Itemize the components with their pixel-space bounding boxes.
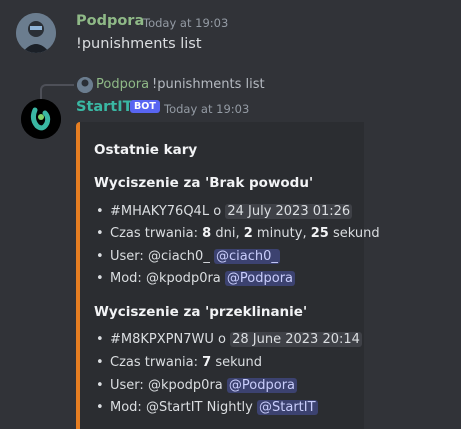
user-label: User: xyxy=(110,378,144,393)
avatar-podpora[interactable] xyxy=(16,13,56,53)
punishment-id: #MHAKY76Q4L xyxy=(110,204,210,219)
avatar-startit[interactable] xyxy=(21,99,61,139)
mod-name: @StartIT Nightly xyxy=(145,400,253,415)
punishment-id-line: #M8KPXPN7WU o 28 June 2023 20:14 xyxy=(96,332,362,347)
mod-mention[interactable]: @StartIT xyxy=(257,400,318,415)
punishment-heading: Wyciszenie za 'przeklinanie' xyxy=(94,304,308,320)
mod-line: Mod: @kpodp0ra @Podpora xyxy=(96,271,296,286)
reply-avatar[interactable] xyxy=(77,77,93,93)
punishment-id-line: #MHAKY76Q4L o 24 July 2023 01:26 xyxy=(96,204,353,219)
duration-unit: dni, xyxy=(215,226,240,241)
reply-author[interactable]: Podpora xyxy=(96,77,149,92)
message-author-bot[interactable]: StartIT xyxy=(76,99,133,115)
connector-text: o xyxy=(218,332,226,347)
user-name: @ciach0_ xyxy=(147,249,210,264)
bot-badge: BOT xyxy=(130,100,160,113)
reply-connector xyxy=(40,84,74,100)
user-line: User: @kpodp0ra @Podpora xyxy=(96,378,298,393)
message-timestamp-bot: Today at 19:03 xyxy=(164,102,250,116)
punishment-id: #M8KPXPN7WU xyxy=(110,332,214,347)
user-mention[interactable]: @Podpora xyxy=(226,378,298,393)
message-content: !punishments list xyxy=(76,36,202,52)
duration-label: Czas trwania: xyxy=(110,355,199,370)
timestamp-chip[interactable]: 24 July 2023 01:26 xyxy=(225,204,353,219)
duration-value: 25 xyxy=(310,226,329,241)
mod-line: Mod: @StartIT Nightly @StartIT xyxy=(96,400,318,415)
duration-unit: sekund xyxy=(332,226,380,241)
mod-name: @kpodp0ra xyxy=(145,271,221,286)
duration-value: 8 xyxy=(202,226,212,241)
duration-line: Czas trwania: 8 dni, 2 minuty, 25 sekund xyxy=(96,226,380,241)
duration-line: Czas trwania: 7 sekund xyxy=(96,355,262,370)
user-line: User: @ciach0_ @ciach0_ xyxy=(96,249,280,264)
user-name: @kpodp0ra xyxy=(147,378,223,393)
punishment-heading: Wyciszenie za 'Brak powodu' xyxy=(94,175,314,191)
mod-label: Mod: xyxy=(110,400,142,415)
mod-label: Mod: xyxy=(110,271,142,286)
avatar-image xyxy=(16,13,56,53)
user-mention[interactable]: @ciach0_ xyxy=(213,249,280,264)
message-author[interactable]: Podpora xyxy=(76,13,144,29)
embed-title: Ostatnie kary xyxy=(94,142,198,158)
embed-card: Ostatnie kary Wyciszenie za 'Brak powodu… xyxy=(76,122,380,429)
duration-unit: sekund xyxy=(215,355,262,370)
message-timestamp: Today at 19:03 xyxy=(143,16,229,30)
duration-label: Czas trwania: xyxy=(110,226,199,241)
reply-content[interactable]: !punishments list xyxy=(152,77,265,92)
user-label: User: xyxy=(110,249,144,264)
timestamp-chip[interactable]: 28 June 2023 20:14 xyxy=(230,332,362,347)
duration-unit: minuty, xyxy=(256,226,307,241)
connector-text: o xyxy=(213,204,222,219)
duration-value: 2 xyxy=(243,226,253,241)
duration-value: 7 xyxy=(202,355,212,370)
reply-avatar-image xyxy=(77,77,93,93)
startit-logo-icon xyxy=(21,99,61,139)
mod-mention[interactable]: @Podpora xyxy=(224,271,296,286)
